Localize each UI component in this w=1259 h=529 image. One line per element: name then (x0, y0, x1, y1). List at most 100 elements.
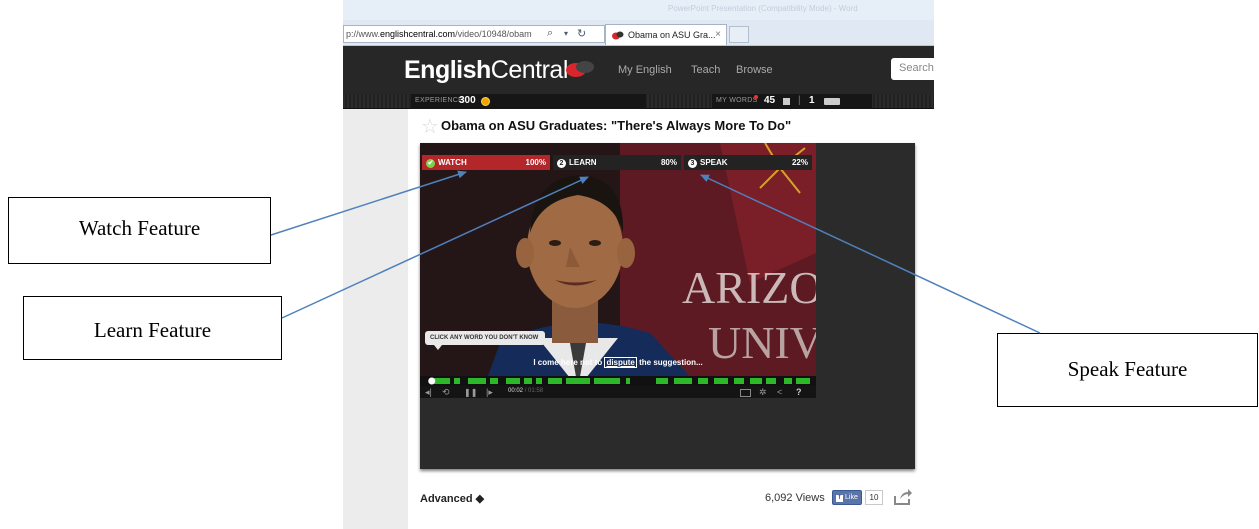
speak-step-number: 3 (688, 159, 697, 168)
stat-separator: | (798, 95, 801, 106)
player-controls: ◂| ⟲ ❚❚ |▸ 00:02 / 01:58 ✲ < ? (420, 386, 816, 398)
tooltip-tail (434, 345, 442, 350)
timeline-segment[interactable] (766, 378, 776, 384)
replay-icon[interactable]: ⟲ (442, 387, 450, 398)
skip-forward-icon[interactable]: |▸ (486, 387, 493, 398)
refresh-icon[interactable]: ↻ (577, 27, 586, 40)
learn-step-label: LEARN (569, 158, 597, 167)
site-logo[interactable]: EnglishCentral (404, 56, 568, 85)
watch-step-percent: 100% (525, 158, 546, 167)
time-current: 00:02 (508, 388, 524, 394)
timeline-segment[interactable] (548, 378, 562, 384)
click-word-tooltip: CLICK ANY WORD YOU DON'T KNOW (425, 331, 545, 345)
englishcentral-favicon-icon (612, 31, 624, 40)
address-bar[interactable]: p://www.englishcentral.com/video/10948/o… (343, 25, 605, 43)
timeline-segment[interactable] (468, 378, 486, 384)
keyboard-icon (824, 98, 840, 105)
caption-clickable-word[interactable]: dispute (604, 357, 637, 368)
timeline-segment[interactable] (784, 378, 792, 384)
timeline-segment[interactable] (734, 378, 744, 384)
experience-value: 300 (459, 95, 476, 106)
nav-teach[interactable]: Teach (691, 64, 720, 76)
playhead-handle[interactable] (428, 377, 436, 385)
timeline-track[interactable] (420, 376, 816, 386)
watch-check-icon: ✔ (426, 159, 435, 168)
watch-feature-callout: Watch Feature (8, 197, 271, 264)
nav-my-english[interactable]: My English (618, 64, 672, 76)
tab-close-icon[interactable]: × (715, 29, 721, 40)
coin-icon (481, 97, 490, 106)
favorite-star-icon[interactable]: ☆ (421, 114, 439, 139)
logo-speech-bubble-icon (566, 61, 594, 77)
speak-step-tab[interactable]: 3 SPEAK 22% (684, 155, 812, 170)
timeline-segment[interactable] (698, 378, 708, 384)
learn-step-tab[interactable]: 2 LEARN 80% (553, 155, 681, 170)
experience-label: EXPERIENCE: (415, 97, 466, 104)
timeline-segment[interactable] (490, 378, 498, 384)
backdrop-text-arizona: ARIZO (682, 262, 816, 313)
search-icon[interactable]: ⌕ (547, 27, 553, 40)
share-arrow-icon[interactable] (893, 488, 913, 506)
closed-captions-icon[interactable] (740, 389, 751, 397)
new-tab-button[interactable] (729, 26, 749, 43)
learn-step-percent: 80% (660, 158, 677, 167)
timeline-segment[interactable] (750, 378, 762, 384)
like-label: Like (845, 494, 858, 501)
site-header: EnglishCentral My English Teach Browse S… (343, 46, 934, 94)
watch-step-tab[interactable]: ✔ WATCH 100% (422, 155, 550, 170)
timeline-segment[interactable] (434, 378, 450, 384)
video-player[interactable]: ARIZO UNIV ✔ WATCH 100% 2 LEARN 80% 3 SP… (420, 143, 915, 469)
share-icon[interactable]: < (777, 387, 782, 397)
time-display: 00:02 / 01:58 (508, 388, 543, 394)
nav-browse[interactable]: Browse (736, 64, 773, 76)
difficulty-level[interactable]: Advanced ◆ (420, 492, 484, 505)
video-frame[interactable]: ARIZO UNIV ✔ WATCH 100% 2 LEARN 80% 3 SP… (420, 143, 816, 398)
facebook-icon: f (836, 495, 843, 502)
view-count: 6,092 Views (765, 492, 825, 504)
my-words-panel[interactable]: MY WORDS 45 | 1 (712, 94, 872, 109)
window-titlebar: PowerPoint Presentation (Compatibility M… (343, 0, 934, 20)
time-duration: / 01:58 (524, 388, 544, 394)
tab-title: Obama on ASU Gra... (628, 30, 716, 40)
url-prefix: p://www. (346, 29, 381, 39)
my-words-value: 45 (764, 95, 776, 106)
timeline-segments (434, 378, 810, 384)
timeline-segment[interactable] (656, 378, 668, 384)
timeline-segment[interactable] (674, 378, 692, 384)
url-path: /video/10948/obam (455, 29, 532, 39)
timeline-segment[interactable] (626, 378, 630, 384)
word-list-icon (783, 98, 790, 105)
skip-back-icon[interactable]: ◂| (425, 387, 432, 398)
timeline-segment[interactable] (566, 378, 590, 384)
window-title: PowerPoint Presentation (Compatibility M… (668, 4, 858, 13)
video-title: Obama on ASU Graduates: "There's Always … (441, 118, 792, 133)
dropdown-icon[interactable]: ▾ (564, 29, 568, 38)
my-words-label: MY WORDS (716, 97, 758, 104)
timeline-segment[interactable] (506, 378, 520, 384)
tab-active[interactable]: Obama on ASU Gra... × (605, 24, 727, 45)
facebook-like-button[interactable]: f Like (832, 490, 862, 505)
learn-step-number: 2 (557, 159, 566, 168)
speak-feature-callout: Speak Feature (997, 333, 1258, 407)
experience-panel: EXPERIENCE: 300 (411, 94, 646, 109)
timeline-segment[interactable] (454, 378, 460, 384)
timeline-segment[interactable] (524, 378, 532, 384)
watch-step-label: WATCH (438, 158, 467, 167)
like-count: 10 (865, 490, 883, 505)
user-stats-bar: EXPERIENCE: 300 MY WORDS 45 | 1 (343, 94, 934, 109)
timeline-segment[interactable] (796, 378, 810, 384)
browser-tab-bar: p://www.englishcentral.com/video/10948/o… (343, 20, 934, 46)
pause-icon[interactable]: ❚❚ (464, 388, 477, 397)
stat-count: 1 (809, 95, 815, 106)
timeline-segment[interactable] (594, 378, 620, 384)
notification-dot-icon (754, 95, 758, 99)
speak-step-percent: 22% (791, 158, 808, 167)
search-input[interactable]: Search (891, 58, 934, 80)
timeline-segment[interactable] (714, 378, 728, 384)
browser-screenshot: PowerPoint Presentation (Compatibility M… (343, 0, 934, 529)
help-icon[interactable]: ? (796, 387, 802, 397)
timeline-segment[interactable] (536, 378, 542, 384)
settings-gear-icon[interactable]: ✲ (759, 387, 767, 398)
main-content: ☆ Obama on ASU Graduates: "There's Alway… (408, 109, 934, 529)
speak-step-label: SPEAK (700, 158, 728, 167)
